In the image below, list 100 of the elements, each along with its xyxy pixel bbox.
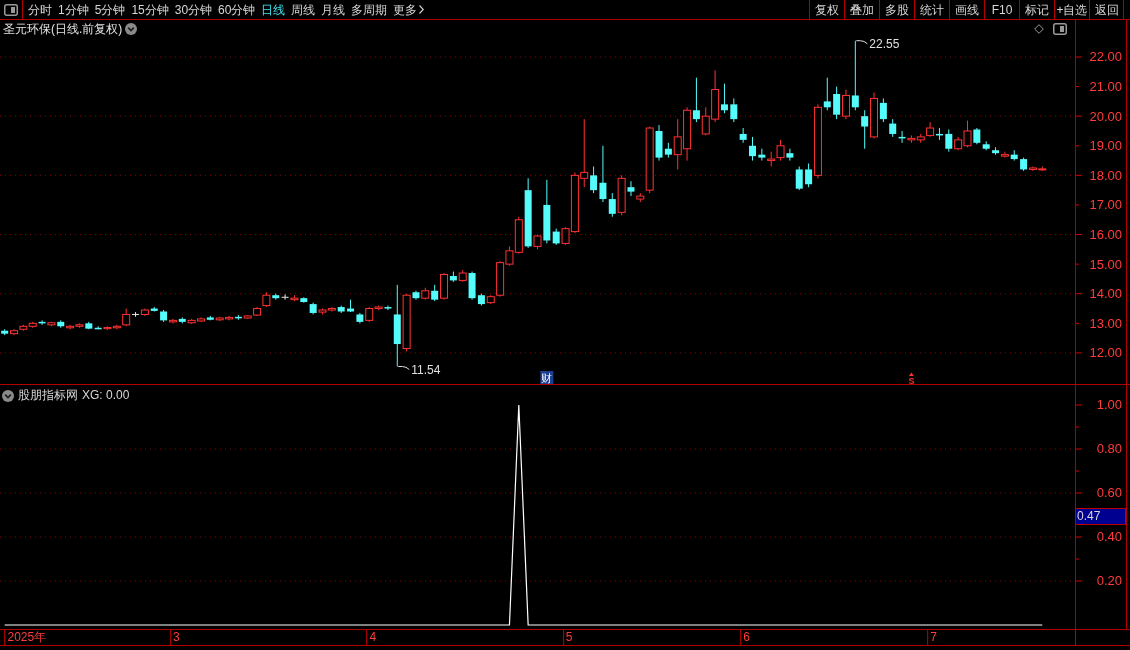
falling-candle [160, 309, 168, 323]
price-axis-label: 15.00 [1089, 256, 1122, 272]
price-axis-label: 17.00 [1089, 197, 1122, 213]
period-tab[interactable]: 周线 [290, 0, 317, 19]
rising-candle [842, 89, 850, 120]
toolbar-button[interactable]: F10 [984, 0, 1019, 19]
dropdown-icon[interactable] [125, 22, 138, 35]
rising-candle [421, 287, 430, 301]
falling-candle [627, 180, 635, 197]
falling-candle [851, 40, 859, 111]
falling-candle [1010, 149, 1018, 162]
toolbar-button[interactable]: 画线 [949, 0, 984, 19]
falling-candle [272, 293, 280, 301]
toolbar-button[interactable]: 叠加 [844, 0, 879, 19]
falling-candle [749, 136, 756, 162]
indicator-axis-label: 0.20 [1096, 573, 1122, 589]
falling-candle [150, 306, 158, 312]
toolbar-button[interactable]: +自选 [1054, 0, 1089, 19]
falling-candle [992, 146, 1000, 156]
falling-candle [1, 328, 9, 336]
falling-candle [178, 316, 186, 324]
indicator-axis-label: 0.60 [1096, 485, 1122, 501]
toolbar-button[interactable]: 标记 [1019, 0, 1054, 19]
period-tab[interactable]: 日线 [260, 0, 287, 19]
falling-candle [861, 109, 869, 150]
chevron-right-icon [419, 5, 425, 14]
falling-candle [57, 319, 65, 329]
falling-candle [412, 290, 420, 301]
diamond-icon[interactable] [1034, 23, 1044, 34]
indicator-name: 股朋指标网 [18, 388, 78, 403]
falling-candle [337, 305, 345, 314]
falling-candle [38, 319, 46, 326]
date-axis-label: 3 [170, 630, 180, 645]
leader-line [855, 40, 868, 45]
rising-candle [870, 92, 878, 139]
falling-candle [945, 129, 953, 153]
falling-candle [833, 86, 841, 120]
price-axis-label: 13.00 [1089, 315, 1122, 331]
falling-candle [935, 127, 943, 141]
rising-candle [168, 318, 177, 324]
date-axis-label: 7 [927, 630, 937, 645]
more-menu-tab[interactable]: 更多 [392, 0, 426, 19]
toolbar-button[interactable]: 统计 [914, 0, 949, 19]
falling-candle [739, 127, 747, 144]
period-tab[interactable]: 1分钟 [57, 0, 90, 19]
rising-candle [580, 118, 589, 188]
falling-candle [758, 148, 766, 162]
indicator-axis-label: 0.40 [1096, 529, 1122, 545]
period-tab[interactable]: 60分钟 [217, 0, 257, 19]
rising-candle [402, 293, 411, 352]
price-axis-label: 21.00 [1089, 79, 1122, 95]
falling-candle [730, 97, 738, 123]
period-tab[interactable]: 30分钟 [173, 0, 214, 19]
finance-event-badge[interactable]: 财 [540, 371, 554, 384]
falling-candle [206, 315, 214, 321]
falling-candle [449, 271, 457, 283]
toolbar-button[interactable]: 复权 [809, 0, 844, 19]
period-tab[interactable]: 15分钟 [130, 0, 170, 19]
rising-candle [683, 106, 692, 162]
falling-candle [692, 77, 700, 123]
rising-candle [673, 118, 682, 170]
falling-candle [234, 314, 242, 321]
price-axis-label: 18.00 [1089, 167, 1122, 183]
falling-candle [786, 148, 794, 162]
low-price-label: 11.54 [411, 362, 441, 377]
dropdown-icon[interactable] [2, 389, 14, 402]
rising-candle [1000, 151, 1009, 159]
price-axis-label: 12.00 [1089, 345, 1122, 361]
falling-candle [805, 163, 813, 188]
period-tab[interactable]: 多周期 [350, 0, 389, 19]
period-tab[interactable]: 5分钟 [93, 0, 127, 19]
chart-title: 圣元环保(日线.前复权) [3, 20, 123, 37]
date-axis-label: 6 [740, 630, 750, 645]
indicator-axis-label: 0.80 [1096, 441, 1122, 457]
rising-candle [47, 321, 56, 327]
falling-candle [795, 166, 803, 191]
falling-candle [823, 77, 831, 111]
period-tab[interactable]: 月线 [320, 0, 347, 19]
cursor-value-label: 0.47 [1075, 508, 1126, 525]
price-axis-label: 20.00 [1089, 108, 1122, 124]
price-axis-label: 22.00 [1089, 49, 1122, 65]
leader-line [397, 366, 410, 371]
toolbar-button[interactable]: 返回 [1089, 0, 1124, 19]
rising-candle [458, 269, 467, 283]
date-axis-label: 5 [562, 630, 573, 645]
high-price-label: 22.55 [869, 36, 900, 51]
falling-candle [431, 284, 439, 302]
period-tab[interactable]: 分时 [27, 0, 53, 19]
panel-icon [4, 3, 18, 16]
indicator-readout: XG: 0.00 [82, 388, 130, 403]
falling-candle [879, 97, 887, 123]
toolbar-button[interactable]: 多股 [879, 0, 914, 19]
price-axis-label: 19.00 [1089, 138, 1122, 154]
rising-candle [440, 272, 448, 301]
indicator-axis-label: 1.00 [1096, 397, 1122, 413]
panel-icon [1053, 22, 1067, 35]
falling-candle [524, 177, 532, 249]
price-axis-label: 16.00 [1089, 227, 1122, 243]
doji-candle [281, 293, 290, 301]
date-axis-label: 2025年 [4, 630, 47, 645]
